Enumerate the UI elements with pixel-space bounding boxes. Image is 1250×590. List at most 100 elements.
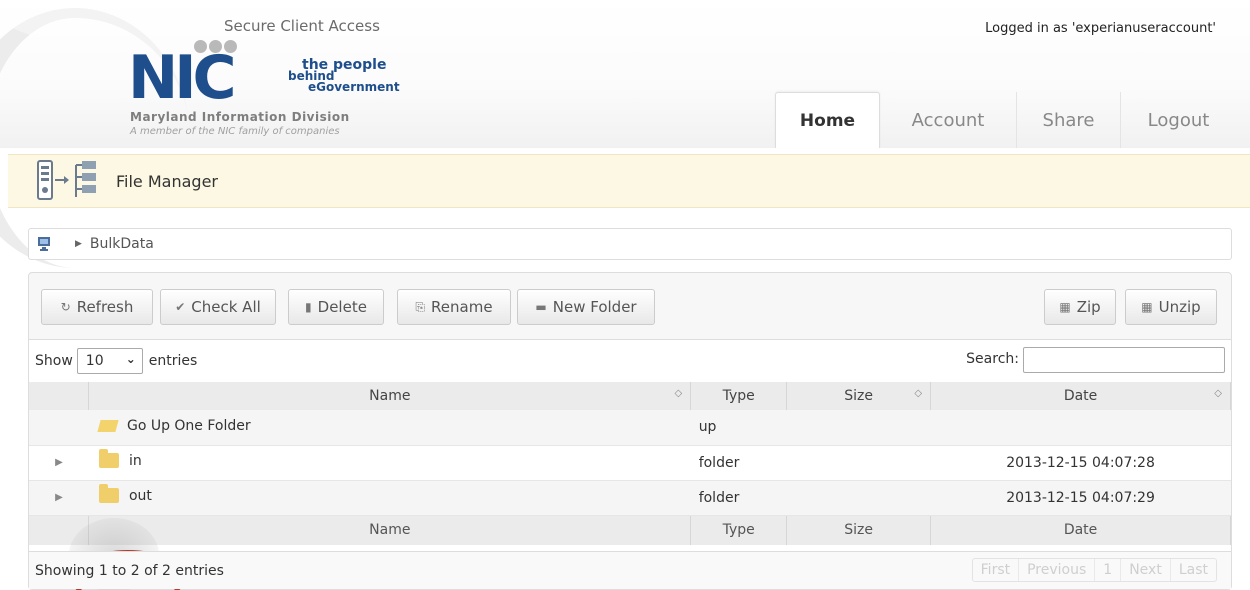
refresh-icon: ↻ (60, 300, 71, 314)
pagination: First Previous 1 Next Last (971, 558, 1217, 582)
file-manager-title: File Manager (116, 171, 218, 191)
pager-last[interactable]: Last (1171, 559, 1216, 581)
expand-column-footer (29, 515, 90, 545)
name-column-header[interactable]: Name ◇ (88, 382, 692, 410)
type-header-label: Type (722, 388, 755, 404)
search-label: Search: (966, 351, 1019, 367)
table-footer-row: Name Type Size Date (29, 515, 1231, 545)
name-cell[interactable]: in (88, 445, 691, 481)
zip-icon: ▦ (1059, 300, 1071, 314)
sort-icon: ◇ (1214, 388, 1222, 399)
tab-home[interactable]: Home (775, 92, 880, 148)
page-size-value: 10 (85, 353, 104, 369)
unzip-button[interactable]: ▦ Unzip (1125, 289, 1217, 325)
table-row[interactable]: ▶ out folder 2013-12-15 04:07:29 (29, 480, 1231, 516)
unzip-icon: ▦ (1141, 300, 1153, 314)
search-input[interactable] (1023, 347, 1225, 373)
size-column-header[interactable]: Size ◇ (786, 382, 932, 410)
folder-icon: ▬ (535, 300, 547, 314)
date-cell (930, 410, 1231, 446)
size-column-footer: Size (786, 515, 932, 545)
pager-page[interactable]: 1 (1095, 559, 1122, 581)
computer-icon[interactable] (37, 236, 53, 252)
date-column-header[interactable]: Date ◇ (930, 382, 1231, 410)
table-row[interactable]: Go Up One Folder up (29, 410, 1231, 446)
file-name[interactable]: Go Up One Folder (127, 418, 251, 434)
new-folder-label: New Folder (552, 298, 637, 316)
page-size-select[interactable]: 10 ⌄ (76, 348, 143, 374)
entries-status: Showing 1 to 2 of 2 entries (35, 562, 224, 579)
pager-previous[interactable]: Previous (1019, 559, 1096, 581)
expand-arrow-icon[interactable]: ▶ (29, 480, 89, 516)
entries-label: entries (148, 353, 198, 369)
folder-icon (98, 449, 119, 469)
pager-next[interactable]: Next (1121, 559, 1171, 581)
date-cell: 2013-12-15 04:07:29 (930, 480, 1231, 516)
breadcrumb-arrow-icon: ▶ (75, 239, 82, 249)
expand-cell (29, 410, 89, 446)
tab-share[interactable]: Share (1016, 92, 1120, 148)
type-column-header[interactable]: Type (690, 382, 788, 410)
brand-subtitle: Secure Client Access (224, 17, 380, 35)
member-note: A member of the NIC family of companies (130, 126, 340, 137)
table-status-bar: Showing 1 to 2 of 2 entries First Previo… (29, 551, 1231, 589)
trash-icon: ▮ (305, 300, 312, 314)
check-all-button[interactable]: ✔ Check All (160, 289, 276, 325)
logged-in-text: Logged in as 'experianuseraccount' (985, 21, 1216, 36)
size-header-label: Size (844, 388, 873, 404)
logo-tagline: the people behind eGovernment (282, 58, 400, 94)
breadcrumb: ▶ BulkData (28, 228, 1232, 260)
file-manager-icon (36, 159, 102, 203)
breadcrumb-folder[interactable]: BulkData (90, 236, 154, 252)
tab-account[interactable]: Account (880, 92, 1016, 148)
file-panel: ↻ Refresh ✔ Check All ▮ Delete ⎘ Rename ▬ New… (28, 272, 1232, 590)
date-cell: 2013-12-15 04:07:28 (930, 445, 1231, 481)
date-header-label: Date (1063, 388, 1098, 404)
rename-button[interactable]: ⎘ Rename (397, 289, 511, 325)
type-cell: folder (690, 480, 787, 516)
file-name[interactable]: out (129, 488, 152, 504)
date-column-footer: Date (930, 515, 1231, 545)
type-cell: folder (690, 445, 787, 481)
new-folder-button[interactable]: ▬ New Folder (517, 289, 655, 325)
file-manager-bar: File Manager (8, 154, 1250, 208)
name-column-footer: Name (88, 515, 692, 545)
type-column-footer: Type (690, 515, 788, 545)
rename-icon: ⎘ (415, 299, 426, 314)
logo-tagline-line: eGovernment (308, 80, 400, 94)
type-cell: up (690, 410, 787, 446)
sort-icon: ◇ (674, 388, 683, 399)
size-cell (786, 445, 931, 481)
logo-text: NIC (128, 43, 237, 113)
zip-button[interactable]: ▦ Zip (1044, 289, 1116, 325)
refresh-label: Refresh (76, 298, 134, 316)
folder-icon (98, 484, 119, 504)
rename-label: Rename (431, 298, 493, 316)
table-controls: Show 10 ⌄ entries Search: (29, 340, 1231, 382)
site-header: Secure Client Access NIC the people behi… (0, 0, 1250, 148)
zip-label: Zip (1076, 298, 1101, 316)
check-icon: ✔ (175, 300, 186, 314)
name-cell[interactable]: Go Up One Folder (88, 410, 691, 446)
name-cell[interactable]: out (88, 480, 691, 516)
table-row[interactable]: ▶ in folder 2013-12-15 04:07:28 (29, 445, 1231, 481)
division-name: Maryland Information Division (130, 110, 350, 124)
nic-logo[interactable]: NIC the people behind eGovernment Maryla… (128, 38, 458, 138)
refresh-button[interactable]: ↻ Refresh (41, 289, 153, 325)
file-name[interactable]: in (129, 453, 142, 469)
tab-logout[interactable]: Logout (1120, 92, 1236, 148)
file-table-wrapper: Show 10 ⌄ entries Search: Name ◇ Type Siz… (29, 339, 1231, 590)
folder-up-icon (97, 420, 119, 433)
table-header-row: Name ◇ Type Size ◇ Date ◇ (29, 382, 1231, 410)
show-label: Show (35, 353, 73, 369)
unzip-label: Unzip (1158, 298, 1201, 316)
toolbar: ↻ Refresh ✔ Check All ▮ Delete ⎘ Rename ▬ New… (29, 273, 1231, 339)
chevron-down-icon: ⌄ (125, 352, 136, 366)
size-cell (786, 480, 931, 516)
delete-button[interactable]: ▮ Delete (288, 289, 384, 325)
delete-label: Delete (317, 298, 367, 316)
expand-arrow-icon[interactable]: ▶ (29, 445, 89, 481)
check-all-label: Check All (191, 298, 261, 316)
expand-column-header (29, 382, 90, 410)
pager-first[interactable]: First (973, 559, 1020, 581)
